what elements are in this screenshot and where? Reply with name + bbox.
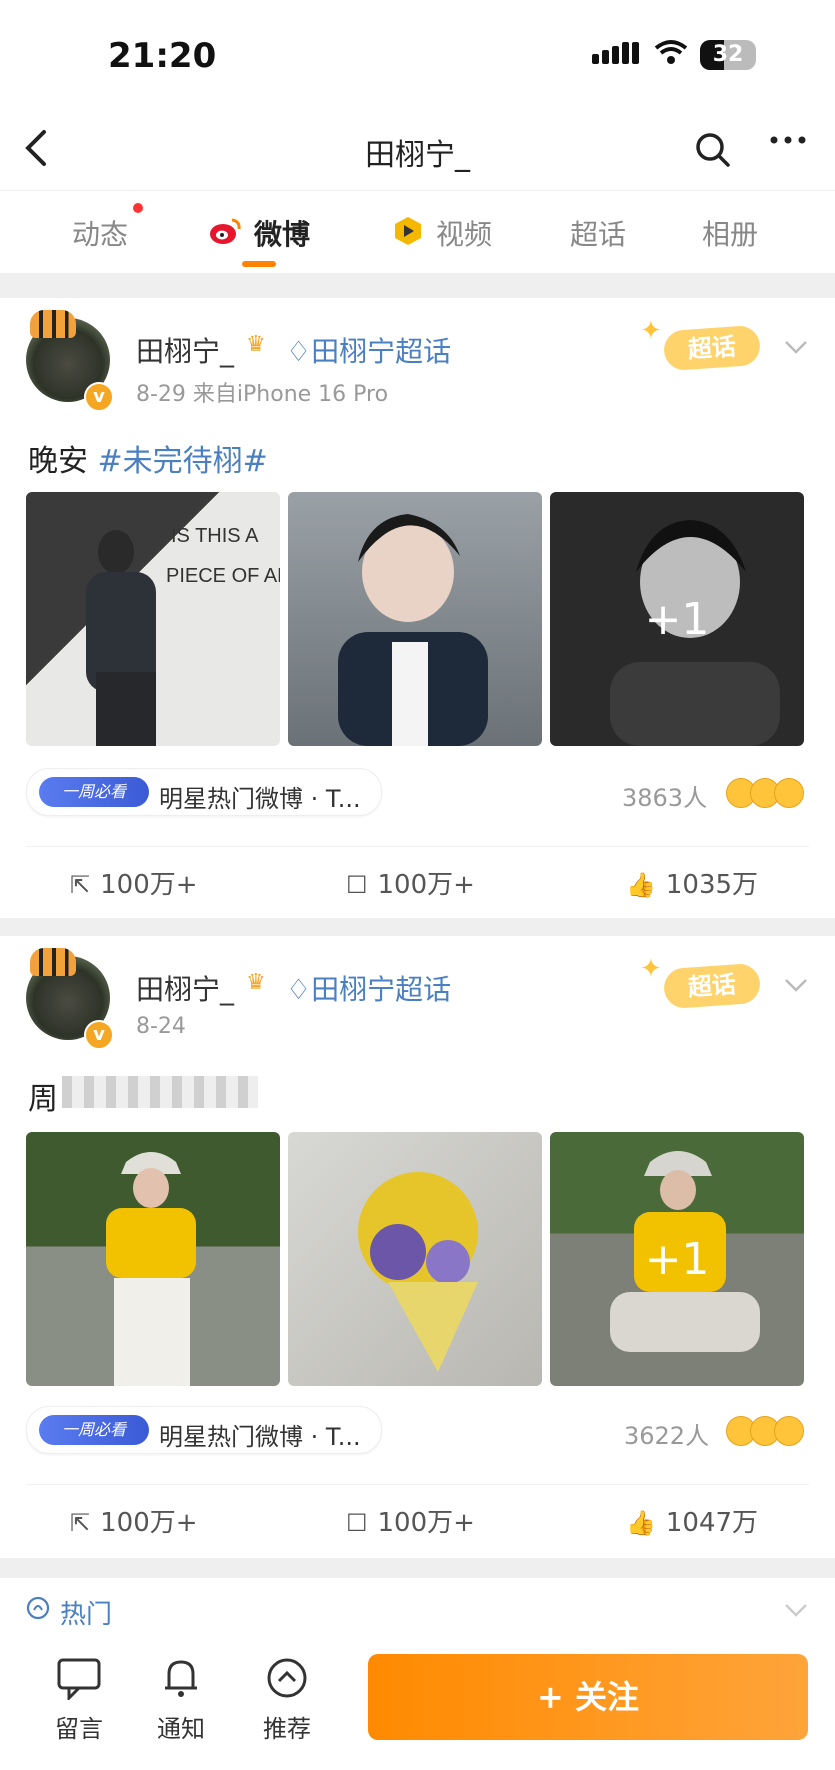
search-icon[interactable] — [695, 132, 731, 172]
recommend-button[interactable]: 推荐 — [252, 1656, 322, 1744]
tiger-decoration-icon — [30, 310, 76, 338]
recommend-icon — [252, 1656, 322, 1709]
tab-weibo[interactable]: 微博 — [254, 213, 310, 253]
chevron-down-icon[interactable] — [784, 970, 808, 998]
tab-dongtai[interactable]: 动态 — [72, 213, 128, 253]
header: 田栩宁_ — [0, 110, 835, 190]
repost-button[interactable]: ⇱ 100万+ — [70, 864, 198, 901]
tab-chaohua[interactable]: 超话 — [570, 213, 626, 253]
divider — [26, 846, 809, 847]
status-time: 21:20 — [108, 36, 217, 76]
verified-badge: v — [84, 1020, 114, 1050]
bottom-bar: 留言 通知 推荐 + 关注 — [0, 1642, 835, 1770]
video-icon — [392, 215, 424, 251]
pill-text: 明星热门微博 · T... — [159, 1423, 361, 1451]
hot-label: 热门 — [60, 1600, 113, 1630]
message-label: 留言 — [55, 1715, 103, 1743]
sparkle-icon: ✦ — [640, 954, 662, 984]
hashtag-link[interactable]: #未完待栩# — [98, 444, 268, 479]
tab-video[interactable]: 视频 — [436, 213, 492, 253]
post-image[interactable] — [288, 492, 542, 746]
post-card[interactable]: v 田栩宁_ ♛ ♢田栩宁超话 8-24 超话 ✦ 周 +1 一周必看 明星热门… — [0, 936, 835, 1558]
post-username[interactable]: 田栩宁_ — [136, 330, 234, 370]
comment-button[interactable]: ☐ 100万+ — [346, 864, 475, 901]
chevron-down-icon[interactable] — [784, 1602, 808, 1621]
bell-icon — [146, 1656, 216, 1709]
follow-button[interactable]: + 关注 — [368, 1654, 808, 1740]
post-text: 周 — [28, 1082, 58, 1117]
battery-icon: 32 — [700, 40, 756, 70]
blurred-text — [62, 1076, 258, 1108]
sparkle-icon: ✦ — [640, 316, 662, 346]
thumbs-up-icon: 👍 — [626, 1509, 656, 1537]
topic-link[interactable]: ♢田栩宁超话 — [286, 330, 451, 370]
post-image[interactable]: +1 — [550, 1132, 804, 1386]
status-bar: 21:20 32 — [0, 0, 835, 110]
chevron-down-icon[interactable] — [784, 332, 808, 360]
post-image[interactable] — [26, 1132, 280, 1386]
message-button[interactable]: 留言 — [44, 1656, 114, 1744]
post-image[interactable]: +1 — [550, 492, 804, 746]
chaohua-badge[interactable]: 超话 — [662, 324, 762, 372]
hot-weibo-pill[interactable]: 一周必看 明星热门微博 · T... — [26, 768, 382, 816]
notification-label: 通知 — [157, 1715, 205, 1743]
emoji-icon — [774, 778, 804, 808]
weibo-logo-icon — [208, 217, 242, 249]
chaohua-badge[interactable]: 超话 — [662, 962, 762, 1010]
more-images-count[interactable]: +1 — [550, 492, 804, 746]
pill-text: 明星热门微博 · T... — [159, 785, 361, 813]
pill-tag: 一周必看 — [39, 1415, 149, 1445]
comment-icon: ☐ — [346, 1509, 368, 1537]
pill-tag: 一周必看 — [39, 777, 149, 807]
topic-link[interactable]: ♢田栩宁超话 — [286, 968, 451, 1008]
comment-icon: ☐ — [346, 871, 368, 899]
unread-dot — [133, 203, 143, 213]
reaction-count: 3622人 — [624, 1422, 710, 1450]
emoji-icon — [774, 1416, 804, 1446]
post-text: 晚安 #未完待栩# — [28, 444, 268, 479]
hot-section[interactable]: 热门 — [0, 1578, 835, 1642]
svg-text:IS THIS A: IS THIS A — [171, 525, 259, 547]
divider — [26, 1484, 809, 1485]
reaction-count: 3863人 — [622, 784, 708, 812]
post-image[interactable]: IS THIS A PIECE OF ART — [26, 492, 280, 746]
post-time-source: 8-29 来自iPhone 16 Pro — [136, 382, 389, 407]
svg-text:PIECE OF ART: PIECE OF ART — [166, 565, 280, 587]
post-image[interactable] — [288, 1132, 542, 1386]
tiger-decoration-icon — [30, 948, 76, 976]
like-button[interactable]: 👍 1047万 — [626, 1502, 758, 1539]
post-username[interactable]: 田栩宁_ — [136, 968, 234, 1008]
like-button[interactable]: 👍 1035万 — [626, 864, 758, 901]
notification-button[interactable]: 通知 — [146, 1656, 216, 1744]
thumbs-up-icon: 👍 — [626, 871, 656, 899]
post-card[interactable]: v 田栩宁_ ♛ ♢田栩宁超话 8-29 来自iPhone 16 Pro 超话 … — [0, 298, 835, 918]
hot-weibo-pill[interactable]: 一周必看 明星热门微博 · T... — [26, 1406, 382, 1454]
repost-icon: ⇱ — [70, 871, 91, 899]
repost-button[interactable]: ⇱ 100万+ — [70, 1502, 198, 1539]
crown-icon: ♛ — [246, 332, 266, 357]
active-tab-indicator — [242, 261, 276, 267]
comment-button[interactable]: ☐ 100万+ — [346, 1502, 475, 1539]
wifi-icon — [654, 38, 688, 70]
crown-icon: ♛ — [246, 970, 266, 995]
hot-icon — [26, 1596, 50, 1624]
message-icon — [44, 1656, 114, 1709]
post-time-source: 8-24 — [136, 1014, 186, 1039]
recommend-label: 推荐 — [263, 1715, 311, 1743]
cellular-signal-icon — [592, 42, 642, 64]
more-icon[interactable] — [768, 118, 808, 168]
repost-icon: ⇱ — [70, 1509, 91, 1537]
tab-album[interactable]: 相册 — [702, 213, 758, 253]
verified-badge: v — [84, 382, 114, 412]
more-images-count[interactable]: +1 — [550, 1132, 804, 1386]
profile-tabs: 动态 微博 视频 超话 相册 — [0, 190, 835, 273]
